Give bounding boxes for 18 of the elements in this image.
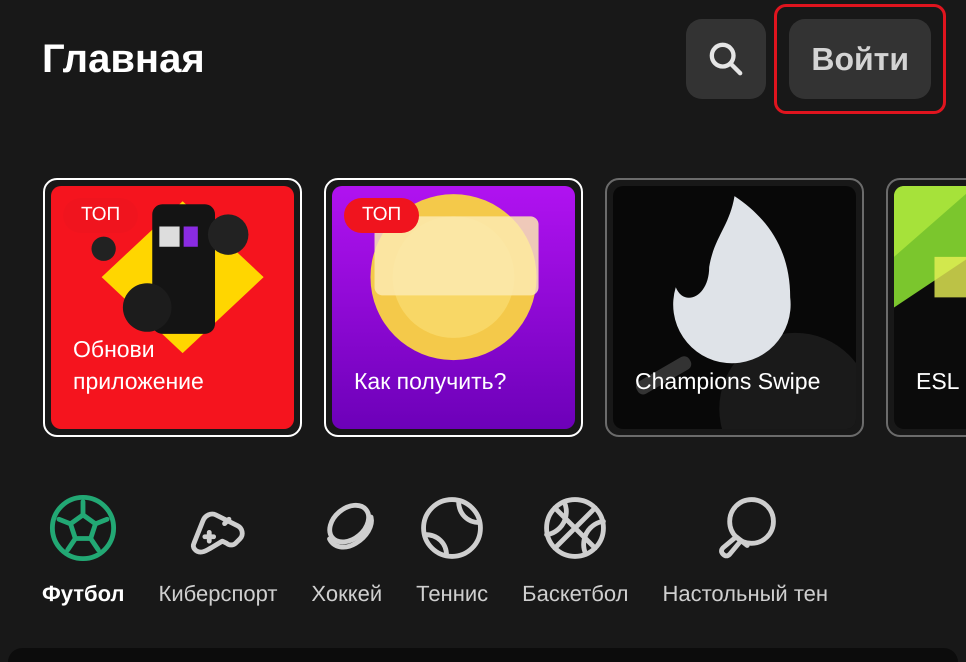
sport-tab[interactable]: Хоккей [311,493,382,610]
promo-card[interactable]: Champions Swipe [605,178,864,437]
promo-card[interactable]: ТОП Обнови приложение [43,178,302,437]
sport-tab[interactable]: Теннис [416,493,488,610]
top-badge: ТОП [63,198,138,232]
promo-card[interactable]: ESL [886,178,966,437]
login-button[interactable]: Войти [789,18,931,98]
sport-tab[interactable]: Киберспорт [158,493,278,610]
card-title: Champions Swipe [635,367,822,396]
card-title: Как получить? [354,367,508,396]
sport-tab[interactable]: Футбол [42,493,125,610]
card-title: Обнови приложение [73,335,205,396]
promo-card[interactable]: ТОП Как получить? [324,178,583,437]
card-title: ESL [916,367,960,396]
sport-tab[interactable]: Настольный тен [662,493,828,610]
top-badge: ТОП [344,198,420,232]
sport-tab[interactable]: Баскетбол [522,493,628,610]
page-title: Главная [42,36,206,82]
